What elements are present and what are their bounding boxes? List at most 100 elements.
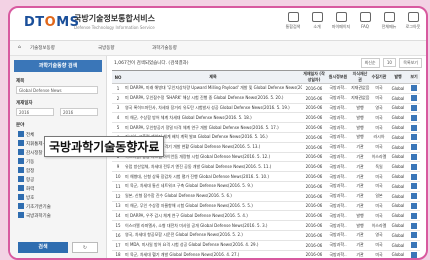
row-view-cell[interactable]	[408, 220, 420, 231]
row-cell: 국방과학..	[326, 191, 350, 202]
download-icon[interactable]	[411, 212, 417, 219]
row-title-link[interactable]: 일본, 신형 잠수함 진수 Global Defense News(2016. …	[124, 191, 302, 202]
table-row[interactable]: 5미 DARPA, 무인항공기 정밀 타격 체계 연구 개발 Global De…	[112, 122, 420, 133]
table-row[interactable]: 11 미 육군, 차세대 통신 네트워크 구축 Global Defense Ne…	[112, 181, 420, 192]
sort-select[interactable]: 최신순	[360, 58, 380, 68]
home-icon[interactable]: ⌂	[18, 45, 21, 50]
category-checkbox[interactable]: 감시정찰	[18, 149, 43, 156]
row-view-cell[interactable]	[408, 181, 420, 192]
nav-mypage[interactable]: 마이페이지	[330, 12, 352, 30]
table-row[interactable]: 4미 해군, 수상함 방어 체계 차세대 Global Defense News…	[112, 112, 420, 124]
row-title-link[interactable]: 미 육군, 차세대 통신 네트워크 구축 Global Defense News…	[124, 181, 302, 192]
category-checkbox[interactable]: 화력	[18, 185, 34, 192]
download-icon[interactable]	[411, 242, 417, 249]
row-view-cell[interactable]	[408, 122, 420, 133]
breadcrumb-item[interactable]: 기술정보동향	[30, 45, 55, 51]
row-view-cell[interactable]	[408, 230, 420, 241]
download-icon[interactable]	[411, 134, 417, 141]
category-checkbox[interactable]: 기동	[18, 158, 34, 165]
breadcrumb-item[interactable]: 과학기술동향	[152, 45, 177, 51]
date-to-input[interactable]: 2016	[60, 108, 98, 116]
nav-faq[interactable]: FAQ	[354, 12, 376, 30]
download-icon[interactable]	[411, 95, 417, 102]
row-title-link[interactable]: 미 해군, 무인 수상정 자율항해 시험 Global Defense News…	[124, 201, 302, 212]
download-icon[interactable]	[411, 153, 417, 160]
row-view-cell[interactable]	[408, 191, 420, 202]
table-row[interactable]: 1미 DARPA, 미래 해병대 '무인지상차량 Upward Milling …	[112, 83, 420, 94]
row-cell: 2016-06	[302, 171, 326, 182]
row-view-cell[interactable]	[408, 161, 420, 173]
row-cell: Global	[388, 250, 408, 258]
table-row[interactable]: 9 유럽 방산업체, 차세대 전투기 엔진 공동 개발 Global Defens…	[112, 161, 420, 173]
download-icon[interactable]	[411, 202, 417, 209]
row-view-cell[interactable]	[408, 250, 420, 258]
row-title-link[interactable]: 영국 록히드마틴사, 차세대 장거리 유도탄 시험발사 성공 Global De…	[124, 103, 302, 114]
row-title-link[interactable]: 이스라엘 라파엘사, 소형 대전차 미사일 공개 Global Defense …	[124, 220, 302, 231]
table-row[interactable]: 15 이스라엘 라파엘사, 소형 대전차 미사일 공개 Global Defens…	[112, 220, 420, 231]
category-checkbox[interactable]: 국방과학기술	[18, 212, 51, 219]
table-row[interactable]: 16 영국, 차세대 항공모함 시운전 Global Defense News(2…	[112, 230, 420, 241]
download-icon[interactable]	[411, 232, 417, 239]
nav-all-menu[interactable]: 전체메뉴	[378, 12, 400, 30]
table-row[interactable]: 14 미 DARPA, 우주 감시 체계 연구 Global Defense Ne…	[112, 210, 420, 222]
row-title-link[interactable]: 영국, 차세대 항공모함 시운전 Global Defense News(201…	[124, 230, 302, 241]
download-icon[interactable]	[411, 173, 417, 180]
category-checkbox[interactable]: 항공	[18, 176, 34, 183]
table-row[interactable]: 2미 DARPA, 무인잠수정 'SHARK' 해상 시험 진행 중 Globa…	[112, 93, 420, 104]
row-view-cell[interactable]	[408, 142, 420, 153]
row-view-cell[interactable]	[408, 152, 420, 163]
row-title-link[interactable]: 미 DARPA, 무인잠수정 'SHARK' 해상 시험 진행 중 Global…	[124, 93, 302, 104]
download-icon[interactable]	[411, 222, 417, 229]
row-view-cell[interactable]	[408, 210, 420, 222]
row-view-cell[interactable]	[408, 103, 420, 114]
row-view-cell[interactable]	[408, 171, 420, 182]
search-button[interactable]: 검색	[18, 242, 68, 253]
download-icon[interactable]	[411, 85, 417, 92]
download-icon[interactable]	[411, 193, 417, 200]
download-icon[interactable]	[411, 163, 417, 170]
download-icon[interactable]	[411, 124, 417, 131]
reset-button[interactable]: ↻	[72, 242, 98, 253]
row-view-cell[interactable]	[408, 93, 420, 104]
row-view-cell[interactable]	[408, 240, 420, 251]
category-checkbox[interactable]: 전체	[18, 131, 34, 138]
keyword-input[interactable]: Global Defense News	[16, 86, 98, 94]
row-view-cell[interactable]	[408, 201, 420, 212]
download-icon[interactable]	[411, 104, 417, 111]
table-row[interactable]: 17 미 MDA, 미사일 방어 요격 시험 성공 Global Defense …	[112, 240, 420, 251]
download-icon[interactable]	[411, 114, 417, 121]
page-size-select[interactable]: 10	[382, 58, 396, 67]
row-cell: 1	[112, 83, 124, 94]
category-checkbox[interactable]: 방호	[18, 194, 34, 201]
date-from-input[interactable]: 2016	[16, 108, 54, 116]
row-title-link[interactable]: 미 DARPA, 미래 해병대 '무인지상차량 Upward Milling P…	[124, 83, 302, 94]
nav-logout[interactable]: 로그아웃	[402, 12, 424, 30]
row-title-link[interactable]: 미 MDA, 미사일 방어 요격 시험 성공 Global Defense Ne…	[124, 240, 302, 251]
row-title-link[interactable]: 미 DARPA, 우주 감시 체계 연구 Global Defense News…	[124, 210, 302, 222]
row-cell: 국방과학..	[326, 250, 350, 258]
download-icon[interactable]	[411, 251, 417, 258]
table-row[interactable]: 12 일본, 신형 잠수함 진수 Global Defense News(2016…	[112, 191, 420, 202]
site-logo[interactable]: DTOMS	[24, 15, 80, 30]
row-title-link[interactable]: 미 해군, 수상함 방어 체계 차세대 Global Defense News(…	[124, 112, 302, 124]
row-title-link[interactable]: 미 해병대, 신형 상륙 장갑차 시험 평가 진행 Global Defense…	[124, 171, 302, 182]
row-view-cell[interactable]	[408, 83, 420, 94]
row-view-cell[interactable]	[408, 112, 420, 124]
table-row[interactable]: 3 영국 록히드마틴사, 차세대 장거리 유도탄 시험발사 성공 Global D…	[112, 103, 420, 114]
row-cell: 2016-06	[302, 240, 326, 251]
category-checkbox[interactable]: 함정	[18, 167, 34, 174]
row-title-link[interactable]: 미 육군, 차세대 헬기 개발 Global Defense News(2016…	[124, 250, 302, 258]
row-title-link[interactable]: 유럽 방산업체, 차세대 전투기 엔진 공동 개발 Global Defense…	[124, 161, 302, 173]
view-mode-select[interactable]: 목록보기	[399, 58, 422, 68]
table-row[interactable]: 18 미 육군, 차세대 헬기 개발 Global Defense News(20…	[112, 250, 420, 258]
download-icon[interactable]	[411, 144, 417, 151]
table-row[interactable]: 10 미 해병대, 신형 상륙 장갑차 시험 평가 진행 Global Defen…	[112, 171, 420, 182]
row-view-cell[interactable]	[408, 132, 420, 143]
download-icon[interactable]	[411, 183, 417, 190]
breadcrumb-item[interactable]: 국방동향	[98, 45, 115, 51]
nav-intro[interactable]: 소개	[306, 12, 328, 30]
nav-search[interactable]: 통합검색	[282, 12, 304, 30]
row-title-link[interactable]: 미 DARPA, 무인항공기 정밀 타격 체계 연구 개발 Global Def…	[124, 122, 302, 133]
table-row[interactable]: 13 미 해군, 무인 수상정 자율항해 시험 Global Defense Ne…	[112, 201, 420, 212]
category-checkbox[interactable]: 기초기반기술	[18, 203, 51, 210]
